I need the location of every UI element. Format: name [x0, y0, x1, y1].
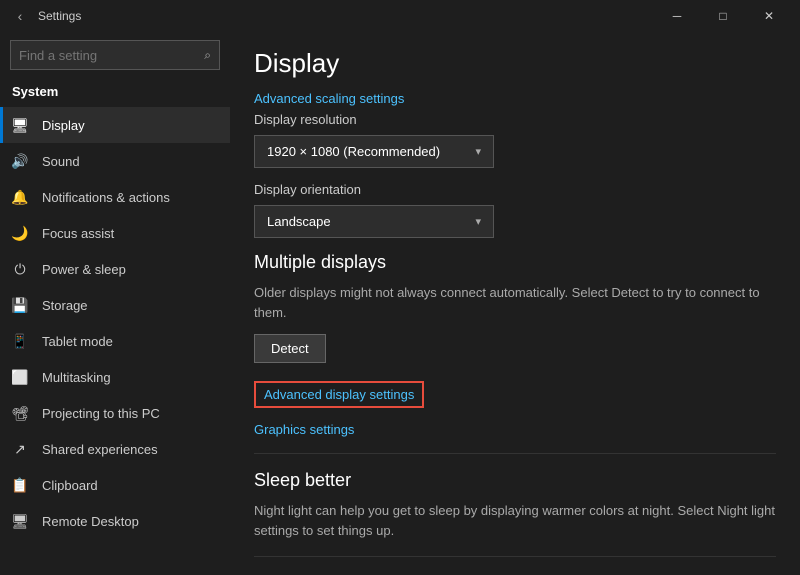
sidebar-label-projecting: Projecting to this PC	[42, 406, 160, 421]
sidebar-item-projecting[interactable]: 📽 Projecting to this PC	[0, 395, 230, 431]
resolution-dropdown-arrow: ▾	[475, 145, 481, 158]
sidebar-item-shared[interactable]: ↗ Shared experiences	[0, 431, 230, 467]
notifications-icon: 🔔	[12, 189, 28, 205]
multiple-displays-heading: Multiple displays	[254, 252, 776, 273]
resolution-dropdown[interactable]: 1920 × 1080 (Recommended) ▾	[254, 135, 494, 168]
sidebar-item-clipboard[interactable]: 📋 Clipboard	[0, 467, 230, 503]
sidebar-item-tablet[interactable]: 📱 Tablet mode	[0, 323, 230, 359]
orientation-label: Display orientation	[254, 182, 776, 197]
display-icon: 🖥	[12, 117, 28, 133]
sleep-desc: Night light can help you get to sleep by…	[254, 501, 776, 540]
tablet-icon: 📱	[12, 333, 28, 349]
sidebar-label-sound: Sound	[42, 154, 80, 169]
sleep-section: Sleep better Night light can help you ge…	[254, 470, 776, 540]
sidebar-label-multitasking: Multitasking	[42, 370, 111, 385]
back-button[interactable]: ‹	[8, 4, 32, 28]
storage-icon: 💾	[12, 297, 28, 313]
search-input[interactable]	[19, 48, 204, 63]
remote-icon: 🖥	[12, 513, 28, 529]
sidebar-label-clipboard: Clipboard	[42, 478, 98, 493]
sidebar-label-storage: Storage	[42, 298, 88, 313]
advanced-scaling-link[interactable]: Advanced scaling settings	[254, 91, 776, 106]
maximize-button[interactable]: □	[700, 0, 746, 32]
orientation-value: Landscape	[267, 214, 331, 229]
orientation-dropdown[interactable]: Landscape ▾	[254, 205, 494, 238]
sidebar: ⌕ System 🖥 Display 🔊 Sound 🔔 Notificatio…	[0, 32, 230, 575]
search-icon: ⌕	[204, 48, 211, 63]
sidebar-label-display: Display	[42, 118, 85, 133]
sidebar-item-focus[interactable]: 🌙 Focus assist	[0, 215, 230, 251]
clipboard-icon: 📋	[12, 477, 28, 493]
orientation-dropdown-arrow: ▾	[475, 215, 481, 228]
page-title: Display	[254, 48, 776, 79]
sidebar-label-shared: Shared experiences	[42, 442, 158, 457]
resolution-label: Display resolution	[254, 112, 776, 127]
divider-1	[254, 453, 776, 454]
sidebar-section-title: System	[0, 80, 230, 107]
close-button[interactable]: ✕	[746, 0, 792, 32]
sidebar-item-multitasking[interactable]: ⬜ Multitasking	[0, 359, 230, 395]
app-title: Settings	[38, 9, 654, 23]
projecting-icon: 📽	[12, 405, 28, 421]
sidebar-item-notifications[interactable]: 🔔 Notifications & actions	[0, 179, 230, 215]
sidebar-label-remote: Remote Desktop	[42, 514, 139, 529]
app-body: ⌕ System 🖥 Display 🔊 Sound 🔔 Notificatio…	[0, 32, 800, 575]
sidebar-item-sound[interactable]: 🔊 Sound	[0, 143, 230, 179]
search-box[interactable]: ⌕	[10, 40, 220, 70]
focus-icon: 🌙	[12, 225, 28, 241]
sound-icon: 🔊	[12, 153, 28, 169]
advanced-display-settings-link[interactable]: Advanced display settings	[254, 381, 424, 408]
detect-button[interactable]: Detect	[254, 334, 326, 363]
sidebar-label-power: Power & sleep	[42, 262, 126, 277]
window-controls: ─ □ ✕	[654, 0, 792, 32]
titlebar: ‹ Settings ─ □ ✕	[0, 0, 800, 32]
sidebar-item-power[interactable]: ⏻ Power & sleep	[0, 251, 230, 287]
shared-icon: ↗	[12, 441, 28, 457]
sleep-heading: Sleep better	[254, 470, 776, 491]
content-area: Display Advanced scaling settings Displa…	[230, 32, 800, 575]
sidebar-label-focus: Focus assist	[42, 226, 114, 241]
sidebar-item-remote[interactable]: 🖥 Remote Desktop	[0, 503, 230, 539]
minimize-button[interactable]: ─	[654, 0, 700, 32]
power-icon: ⏻	[12, 261, 28, 277]
sidebar-item-storage[interactable]: 💾 Storage	[0, 287, 230, 323]
resolution-value: 1920 × 1080 (Recommended)	[267, 144, 440, 159]
divider-2	[254, 556, 776, 557]
multiple-displays-desc: Older displays might not always connect …	[254, 283, 776, 322]
sidebar-item-display[interactable]: 🖥 Display	[0, 107, 230, 143]
sidebar-label-tablet: Tablet mode	[42, 334, 113, 349]
sidebar-label-notifications: Notifications & actions	[42, 190, 170, 205]
graphics-settings-link[interactable]: Graphics settings	[254, 422, 776, 437]
multitasking-icon: ⬜	[12, 369, 28, 385]
